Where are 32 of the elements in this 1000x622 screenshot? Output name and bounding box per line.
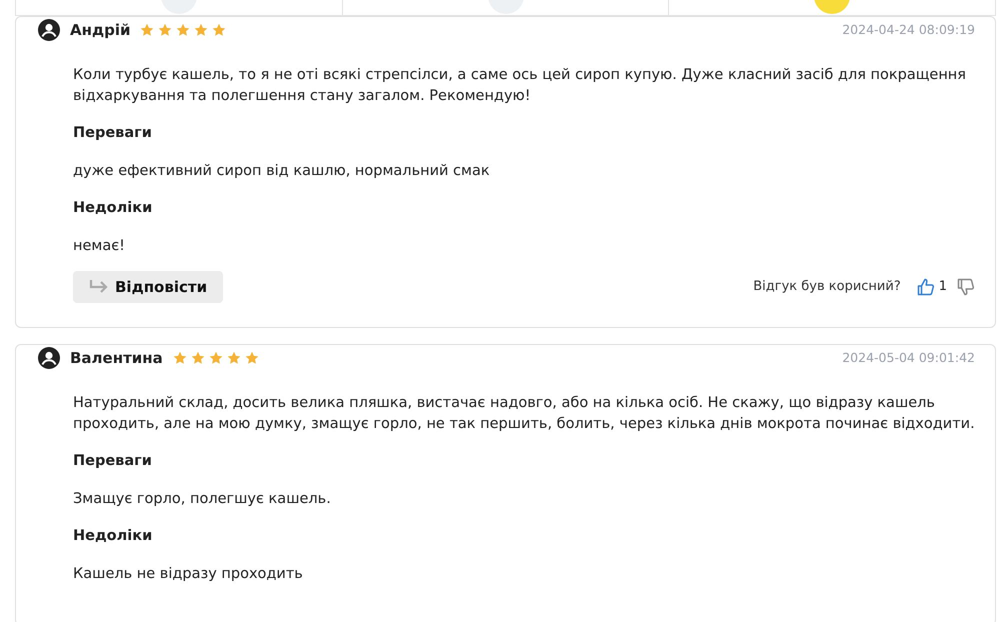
star-icon	[208, 351, 223, 365]
star-icon	[176, 23, 190, 37]
star-icon	[140, 23, 154, 37]
user-avatar-icon	[38, 347, 60, 369]
star-icon	[244, 351, 259, 365]
star-icon	[194, 23, 208, 37]
pros-heading: Переваги	[73, 452, 153, 471]
author-name: Андрій	[70, 20, 130, 41]
cons-text: Кашель не відразу проходить	[73, 564, 304, 584]
review-date: 2024-04-24 08:09:19	[842, 20, 975, 39]
star-icon	[226, 351, 241, 365]
star-icon	[172, 351, 187, 365]
pros-text: Змащує горло, полегшує кашель.	[73, 490, 332, 509]
like-count: 1	[938, 278, 947, 296]
star-icon	[212, 23, 226, 37]
star-icon	[190, 351, 205, 365]
cons-heading: Недоліки	[73, 198, 154, 218]
pros-text: дуже ефективний сироп від кашлю, нормальний смак	[73, 162, 491, 181]
star-icon	[158, 23, 172, 37]
author-name: Валентина	[70, 348, 163, 369]
reply-button[interactable]: Відповісти	[73, 270, 224, 303]
review-text: Натуральний склад, досить велика пляшка, вистачає надовго, або на кілька осіб. Не скажу, що відразу кашель проходить, але на мою думку, змащує горло, не так першить, болить, через кілька днів мокрота починає відходити.	[73, 394, 975, 434]
cons-text: немає!	[73, 236, 126, 256]
thumbs-down-icon[interactable]	[957, 278, 975, 296]
review-date: 2024-05-04 09:01:42	[842, 348, 975, 367]
thumbs-up-icon[interactable]	[916, 278, 935, 296]
helpful-question: Відгук був корисний?	[753, 278, 901, 296]
cons-heading: Недоліки	[73, 526, 154, 546]
user-avatar-icon	[38, 19, 60, 41]
reply-arrow-icon	[89, 278, 109, 295]
review-text: Коли турбує кашель, то я не оті всякі стрепсілси, а саме ось цей сироп купую. Дуже класний засіб для покращення відхаркування та полегшення стану загалом. Рекомендую!	[73, 66, 968, 106]
pros-heading: Переваги	[73, 124, 153, 143]
